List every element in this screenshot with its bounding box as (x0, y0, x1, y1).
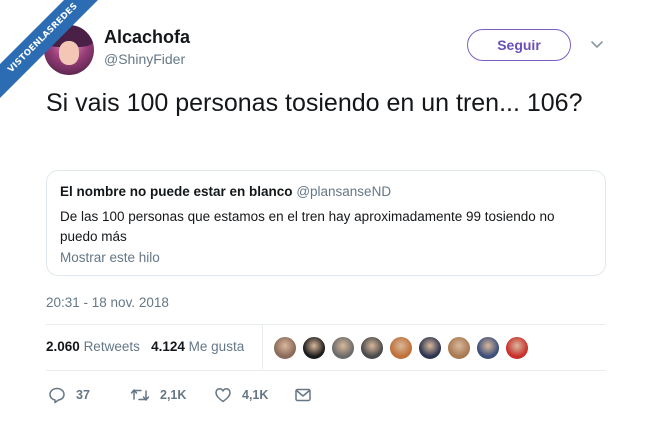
show-thread-link[interactable]: Mostrar este hilo (60, 250, 160, 265)
reply-button[interactable]: 37 (48, 386, 130, 404)
liker-avatar[interactable] (447, 336, 471, 360)
engagement-stats: 2.060 Retweets 4.124 Me gusta (46, 339, 244, 354)
retweet-button[interactable]: 2,1K (130, 386, 214, 404)
liker-avatar[interactable] (476, 336, 500, 360)
liker-avatar[interactable] (331, 336, 355, 360)
action-bar: 37 2,1K 4,1K (48, 386, 312, 404)
quoted-author-name: El nombre no puede estar en blanco (60, 184, 293, 199)
liker-avatar[interactable] (389, 336, 413, 360)
retweets-count[interactable]: 2.060 (46, 339, 80, 354)
divider (46, 324, 606, 325)
direct-message-button[interactable] (294, 387, 312, 403)
liker-avatar[interactable] (360, 336, 384, 360)
like-button[interactable]: 4,1K (214, 386, 294, 404)
author-name[interactable]: Alcachofa (104, 27, 190, 48)
likes-label[interactable]: Me gusta (189, 339, 245, 354)
retweet-count: 2,1K (160, 388, 187, 402)
author-handle[interactable]: @ShinyFider (104, 51, 185, 67)
envelope-icon (295, 388, 311, 402)
liker-avatar[interactable] (273, 336, 297, 360)
divider (46, 370, 606, 371)
avatar-face (59, 41, 79, 65)
likes-count[interactable]: 4.124 (151, 339, 185, 354)
liker-avatar[interactable] (505, 336, 529, 360)
liker-avatar[interactable] (418, 336, 442, 360)
quoted-tweet[interactable]: El nombre no puede estar en blanco @plan… (46, 170, 606, 276)
follow-button[interactable]: Seguir (467, 29, 571, 61)
reply-count: 37 (76, 388, 90, 402)
tweet-text: Si vais 100 personas tosiendo en un tren… (46, 89, 583, 117)
retweet-icon (130, 389, 150, 401)
retweets-label[interactable]: Retweets (84, 339, 140, 354)
liker-avatar[interactable] (302, 336, 326, 360)
heart-icon (215, 388, 231, 403)
quoted-text: De las 100 personas que estamos en el tr… (60, 209, 555, 244)
reply-icon (49, 387, 65, 404)
timestamp[interactable]: 20:31 - 18 nov. 2018 (46, 295, 169, 310)
quoted-author: El nombre no puede estar en blanco @plan… (60, 184, 391, 199)
quoted-author-handle: @plansanseND (296, 184, 392, 199)
chevron-down-icon[interactable] (590, 40, 604, 50)
like-count: 4,1K (242, 388, 269, 402)
likers-avatars (273, 336, 534, 360)
stats-separator (262, 325, 263, 369)
